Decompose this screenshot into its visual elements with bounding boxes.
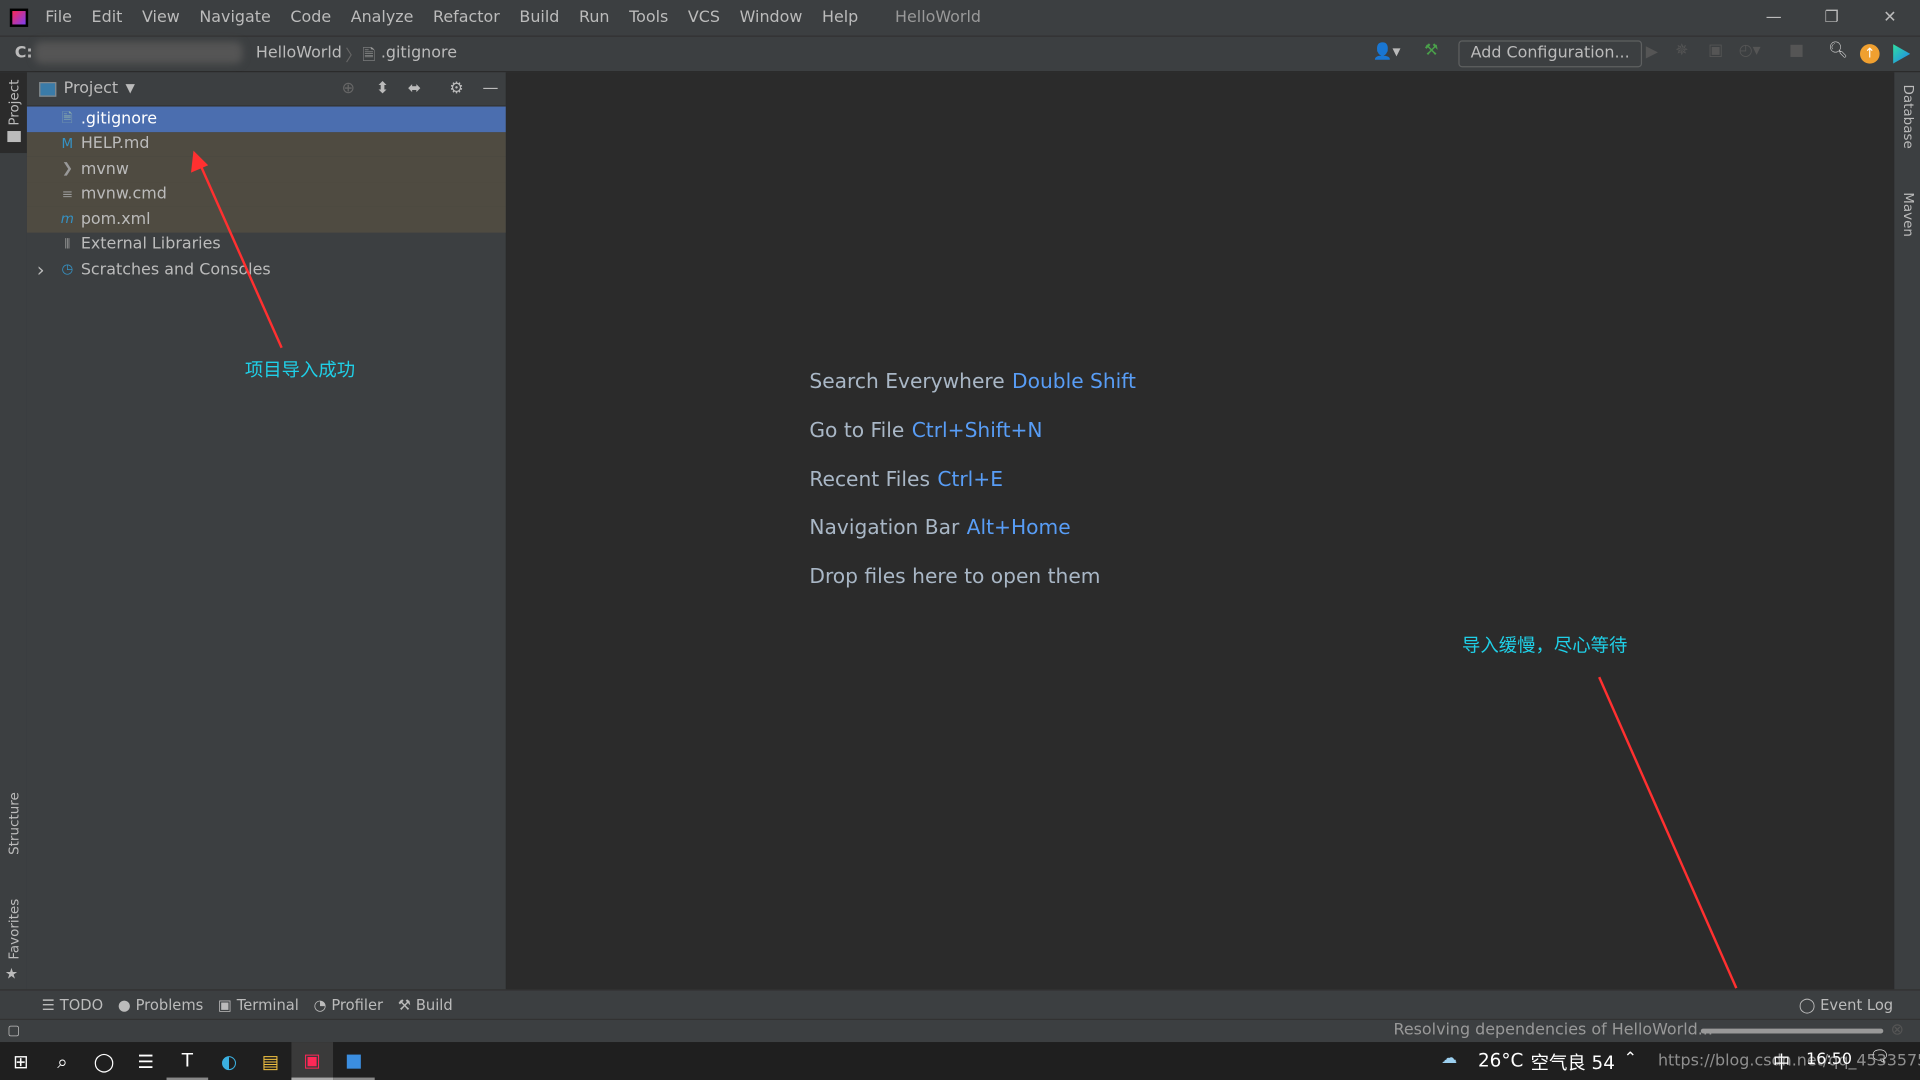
todo-icon: ☰ — [41, 996, 55, 1014]
ignore-file-icon: 🗎 — [362, 46, 376, 65]
file-explorer-icon[interactable]: ▤ — [250, 1042, 292, 1080]
build-icon: ⚒ — [397, 996, 411, 1014]
build-hammer-icon[interactable]: ⚒ — [1424, 42, 1438, 60]
favorites-tool-button[interactable]: Favorites ★ — [4, 899, 22, 982]
annotation-arrow-right — [1598, 676, 1738, 989]
menu-view[interactable]: View — [142, 9, 190, 27]
terminal-icon: ▣ — [217, 996, 232, 1014]
app-taskbar-icon[interactable]: ■ — [333, 1042, 375, 1080]
problems-icon: ● — [117, 996, 131, 1014]
layout-toggle-icon[interactable]: ▢ — [7, 1022, 20, 1038]
user-icon[interactable]: 👤▾ — [1373, 43, 1401, 61]
tool-window-bar: ☰ TODO ● Problems ▣ Terminal ◔ Profiler ⚒ Build ◯… — [0, 989, 1920, 1021]
profiler-icon: ◔ — [313, 996, 327, 1014]
tool-window-terminal[interactable]: ▣ Terminal — [218, 997, 299, 1014]
menu-edit[interactable]: Edit — [92, 9, 133, 27]
menu-window[interactable]: Window — [740, 9, 813, 27]
update-icon[interactable]: ↑ — [1860, 44, 1880, 64]
tool-window-problems[interactable]: ● Problems — [118, 997, 203, 1014]
blurred-path — [34, 41, 243, 64]
edge-icon[interactable]: ◐ — [208, 1042, 250, 1080]
editor-welcome: Search Everywhere Double Shift Go to File C… — [506, 72, 1894, 990]
typora-icon[interactable]: T — [166, 1042, 209, 1080]
tool-window-todo[interactable]: ☰ TODO — [42, 997, 104, 1014]
cortana-icon[interactable]: ◯ — [83, 1042, 125, 1080]
air-quality: 空气良 54 — [1530, 1051, 1615, 1074]
menu-file[interactable]: File — [45, 9, 81, 27]
run-icon[interactable]: ▶ — [1646, 43, 1658, 61]
database-tool-button[interactable]: Database — [1900, 84, 1916, 153]
menu-refactor[interactable]: Refactor — [433, 9, 510, 27]
windows-start-icon[interactable]: ⊞ — [0, 1042, 42, 1080]
breadcrumb-separator-icon: 〉 — [345, 47, 362, 67]
structure-tool-button[interactable]: Structure — [6, 792, 22, 860]
coverage-icon[interactable]: ▣ — [1708, 42, 1723, 60]
progress-bar — [1700, 1028, 1884, 1034]
restore-button[interactable]: ❐ — [1824, 9, 1838, 27]
notification-icon[interactable]: 🗨︎ — [1870, 1048, 1890, 1066]
ime-indicator[interactable]: 中 — [1773, 1049, 1790, 1073]
project-panel: Project ▼ ⊕ ⬍ ⬌ ⚙ — 🗎 .gitignore M HELP.md ❯… — [26, 72, 507, 990]
profiler-icon[interactable]: ◴▾ — [1739, 42, 1761, 60]
project-tool-button[interactable]: Project — [0, 72, 27, 154]
annotation-left: 项目导入成功 — [244, 358, 356, 381]
weather-temp: 26°C — [1477, 1049, 1524, 1072]
cancel-progress-icon[interactable]: ⊗ — [1891, 1021, 1904, 1039]
search-icon[interactable]: ⌕ — [42, 1042, 84, 1080]
menu-tools[interactable]: Tools — [629, 9, 678, 27]
menu-help[interactable]: Help — [822, 9, 868, 27]
status-bar: ▢ Resolving dependencies of HelloWorld..… — [0, 1018, 1920, 1044]
menu-run[interactable]: Run — [579, 9, 619, 27]
windows-taskbar: ⊞ ⌕ ◯ ☰ T ◐ ▤ ▣ ■ ☁ 26°C 空气良 54 ⌃ https:… — [0, 1042, 1920, 1080]
intellij-taskbar-icon[interactable]: ▣ — [291, 1042, 334, 1080]
menu-vcs[interactable]: VCS — [688, 9, 730, 27]
minimize-button[interactable]: — — [1766, 9, 1782, 27]
menu-navigate[interactable]: Navigate — [199, 9, 280, 27]
code-with-me-icon[interactable] — [1893, 44, 1911, 64]
stop-icon[interactable]: ■ — [1789, 42, 1804, 60]
weather-icon: ☁ — [1441, 1049, 1458, 1068]
speech-bubble-icon: ◯ — [1798, 996, 1816, 1014]
right-tool-strip: Database Maven — [1893, 72, 1920, 990]
star-icon: ★ — [4, 964, 19, 982]
menu-build[interactable]: Build — [519, 9, 569, 27]
status-text: Resolving dependencies of HelloWorld... — [1393, 1021, 1713, 1040]
tool-window-build[interactable]: ⚒ Build — [398, 997, 453, 1014]
clock[interactable]: 16:50 — [1806, 1051, 1852, 1069]
tray-chevron-icon[interactable]: ⌃ — [1624, 1049, 1637, 1067]
annotation-arrow-left — [191, 150, 283, 349]
tool-window-profiler[interactable]: ◔ Profiler — [314, 997, 383, 1014]
maven-tool-button[interactable]: Maven — [1900, 192, 1916, 242]
left-tool-strip: Project Structure Favorites ★ — [0, 72, 29, 990]
breadcrumb-project[interactable]: HelloWorld — [256, 44, 342, 62]
menu-code[interactable]: Code — [290, 9, 341, 27]
navigation-bar: C: HelloWorld 〉 🗎 .gitignore 👤▾ ⚒ Add Co… — [0, 36, 1920, 73]
menu-analyze[interactable]: Analyze — [351, 9, 424, 27]
close-button[interactable]: ✕ — [1883, 9, 1896, 27]
menu-bar: File Edit View Navigate Code Analyze Refactor B… — [0, 0, 1920, 37]
search-icon[interactable]: 🔍︎ — [1828, 42, 1848, 60]
breadcrumb-file[interactable]: .gitignore — [381, 44, 457, 62]
debug-icon[interactable]: ✵ — [1675, 42, 1688, 60]
task-view-icon[interactable]: ☰ — [125, 1042, 167, 1080]
event-log-button[interactable]: ◯ Event Log — [1799, 997, 1893, 1014]
intellij-logo-icon — [9, 8, 29, 27]
breadcrumb-drive[interactable]: C: — [15, 44, 33, 62]
folder-icon — [6, 130, 21, 142]
window-title: HelloWorld — [895, 8, 982, 27]
add-configuration-button[interactable]: Add Configuration... — [1458, 40, 1642, 68]
